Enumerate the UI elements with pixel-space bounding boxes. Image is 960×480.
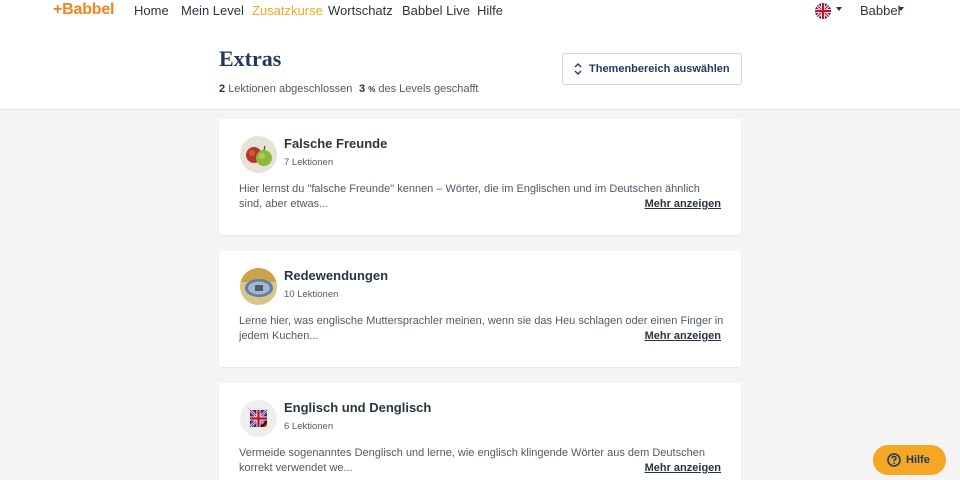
- lesson-count: 10 Lektionen: [284, 289, 339, 300]
- help-button-label: Hilfe: [906, 454, 930, 466]
- question-mark-icon: [887, 453, 901, 467]
- course-title[interactable]: Redewendungen: [284, 268, 388, 284]
- page-header: Extras 2 Lektionen abgeschlossen 3 % des…: [0, 24, 960, 110]
- nav-item-home[interactable]: Home: [134, 3, 169, 18]
- help-button[interactable]: Hilfe: [873, 445, 946, 475]
- nav-item-hilfe[interactable]: Hilfe: [477, 3, 503, 18]
- course-card-falsche-freunde[interactable]: Falsche Freunde 7 Lektionen Hier lernst …: [219, 119, 741, 235]
- nav-item-mein-level[interactable]: Mein Level: [181, 3, 244, 18]
- show-more-link[interactable]: Mehr anzeigen: [645, 197, 721, 212]
- course-card-englisch-und-denglisch[interactable]: Englisch und Denglisch 6 Lektionen Verme…: [219, 383, 741, 480]
- sort-arrows-icon: [574, 63, 582, 75]
- level-progress-label: des Levels geschafft: [378, 83, 479, 95]
- level-percent-value: 3: [359, 83, 366, 95]
- mirror-icon: [240, 268, 277, 305]
- level-progress-stat: 3 % des Levels geschafft: [359, 82, 478, 97]
- lesson-count: 7 Lektionen: [284, 157, 334, 168]
- level-percent-unit: %: [368, 85, 376, 94]
- nav-item-wortschatz[interactable]: Wortschatz: [328, 3, 393, 18]
- show-more-link[interactable]: Mehr anzeigen: [645, 329, 721, 344]
- select-topic-label: Themenbereich auswählen: [589, 63, 730, 75]
- show-more-link[interactable]: Mehr anzeigen: [645, 461, 721, 476]
- uk-de-flag-icon: [240, 400, 277, 437]
- course-title[interactable]: Englisch und Denglisch: [284, 400, 431, 416]
- nav-item-zusatzkurse[interactable]: Zusatzkurse: [252, 3, 323, 18]
- lessons-completed-count: 2: [219, 83, 226, 95]
- nav-item-babbel-live[interactable]: Babbel Live: [402, 3, 470, 18]
- select-topic-button[interactable]: Themenbereich auswählen: [562, 53, 742, 85]
- apples-icon: [240, 136, 277, 173]
- lessons-completed-label: Lektionen abgeschlossen: [228, 83, 353, 95]
- top-navigation: +Babbel Home Mein Level Zusatzkurse Wort…: [0, 0, 960, 24]
- user-dropdown-caret-icon[interactable]: [898, 7, 904, 11]
- course-card-redewendungen[interactable]: Redewendungen 10 Lektionen Lerne hier, w…: [219, 251, 741, 367]
- page-title: Extras: [219, 46, 282, 71]
- course-title[interactable]: Falsche Freunde: [284, 136, 387, 152]
- babbel-logo[interactable]: +Babbel: [53, 0, 114, 20]
- user-menu[interactable]: Babbel: [860, 3, 900, 18]
- lesson-count: 6 Lektionen: [284, 421, 334, 432]
- lessons-completed-stat: 2 Lektionen abgeschlossen: [219, 82, 352, 96]
- uk-flag-icon[interactable]: [815, 3, 831, 19]
- language-dropdown-caret-icon[interactable]: [836, 7, 842, 11]
